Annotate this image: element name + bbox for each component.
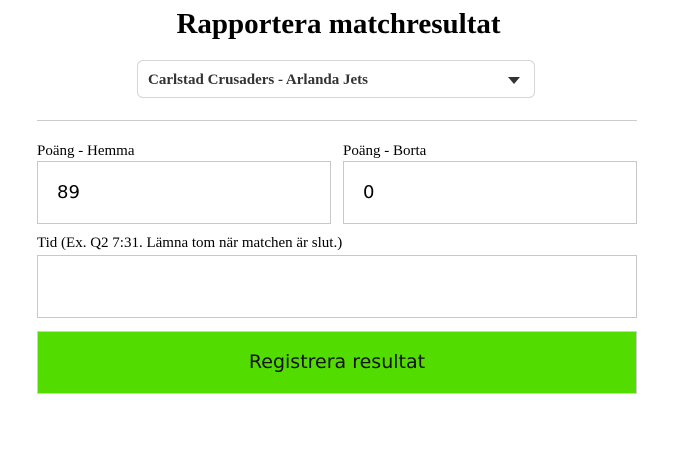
match-select[interactable]: Carlstad Crusaders - Arlanda Jets: [137, 60, 535, 98]
divider: [37, 120, 637, 121]
home-score-label: Poäng - Hemma: [37, 143, 135, 159]
time-input[interactable]: [37, 255, 637, 318]
home-score-input[interactable]: [37, 161, 331, 224]
match-select-value: Carlstad Crusaders - Arlanda Jets: [148, 72, 368, 88]
register-result-button[interactable]: Registrera resultat: [37, 331, 637, 394]
time-label: Tid (Ex. Q2 7:31. Lämna tom när matchen …: [37, 235, 343, 251]
away-score-label: Poäng - Borta: [343, 143, 427, 159]
away-score-input[interactable]: [343, 161, 637, 224]
chevron-down-icon: [508, 77, 520, 84]
page-title: Rapportera matchresultat: [176, 8, 501, 40]
